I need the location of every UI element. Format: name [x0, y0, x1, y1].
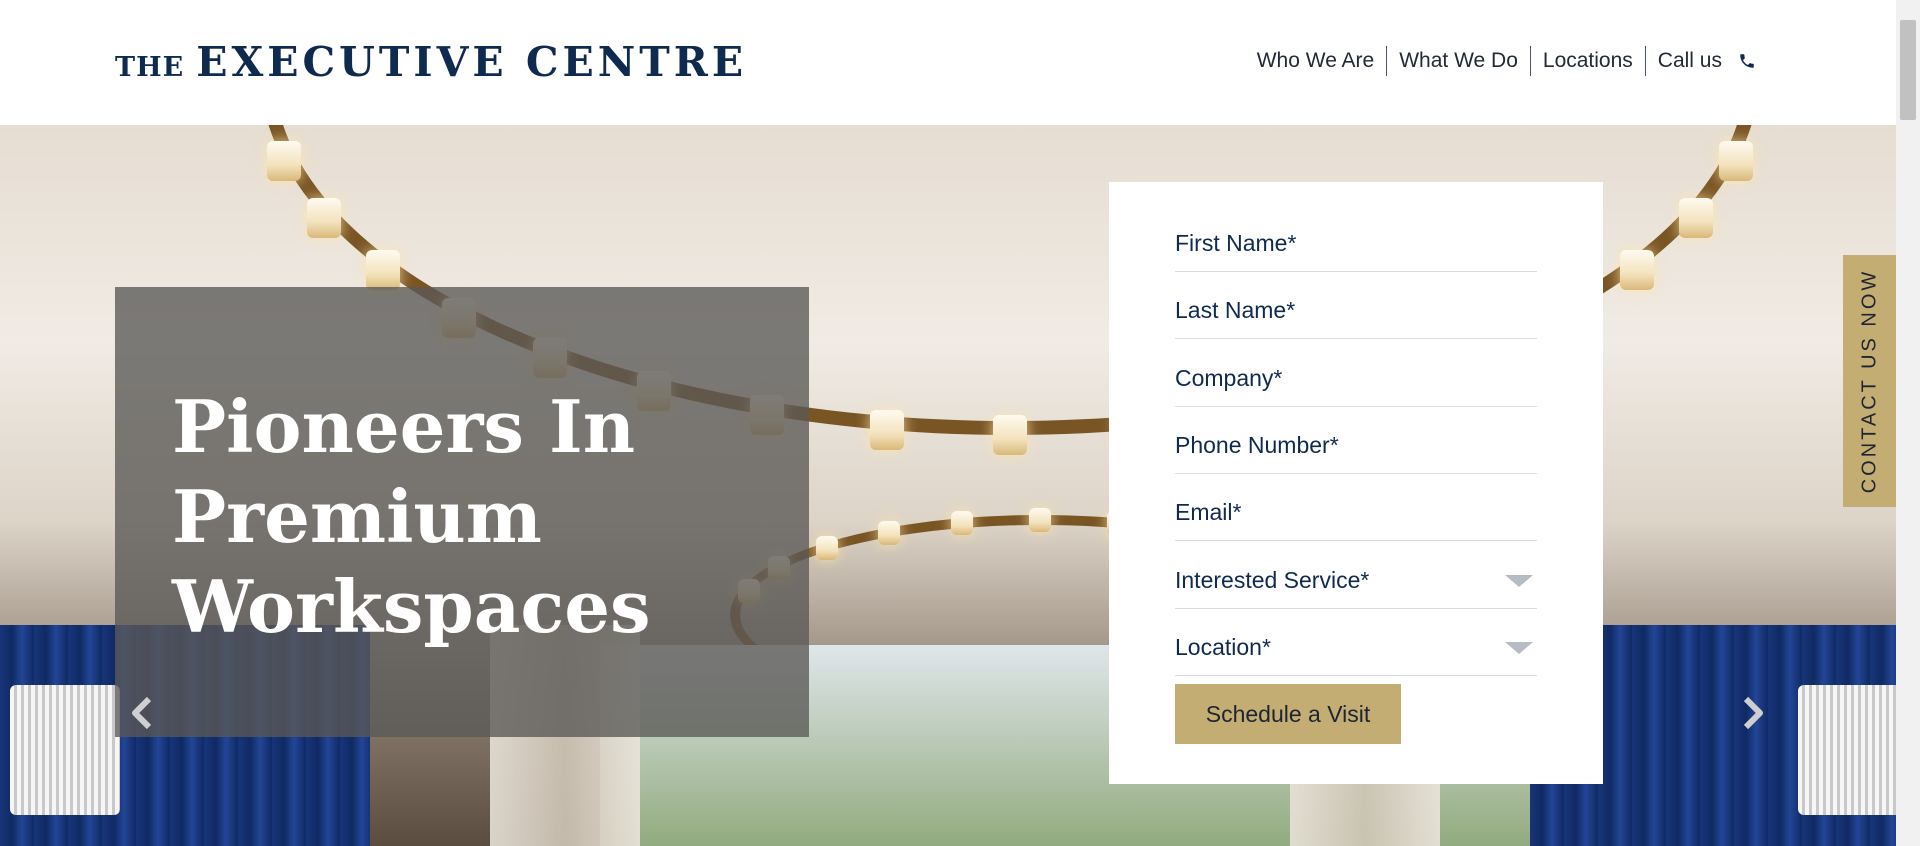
ceiling-lamp [366, 250, 401, 291]
chevron-down-icon [1505, 642, 1533, 654]
schedule-visit-form: First Name* Last Name* Company* Phone Nu… [1109, 182, 1603, 784]
last-name-field[interactable]: Last Name* [1175, 271, 1537, 339]
phone-number-placeholder: Phone Number* [1175, 432, 1339, 458]
email-field[interactable]: Email* [1175, 473, 1537, 541]
hero-title: Pioneers In Premium Workspaces [172, 382, 651, 652]
ceiling-lamp [869, 410, 904, 451]
site-logo[interactable]: THE EXECUTIVE CENTRE [115, 38, 747, 86]
company-field[interactable]: Company* [1175, 339, 1537, 407]
ceiling-lamp-small [877, 520, 900, 545]
hero-title-line: Pioneers In [172, 384, 636, 469]
hero-title-line: Premium [172, 474, 542, 559]
nav-locations[interactable]: Locations [1529, 46, 1645, 76]
page-scrollbar[interactable] [1896, 0, 1920, 846]
phone-number-field[interactable]: Phone Number* [1175, 406, 1537, 474]
ceiling-lamp [266, 140, 301, 181]
contact-us-label: CONTACT US NOW [1858, 268, 1880, 494]
interested-service-label: Interested Service* [1175, 567, 1370, 593]
chevron-down-icon [1505, 575, 1533, 587]
ceiling-lamp-small [950, 511, 973, 536]
ceiling-lamp [993, 415, 1027, 455]
first-name-field[interactable]: First Name* [1175, 204, 1537, 272]
ceiling-lamp [1719, 140, 1754, 181]
first-name-placeholder: First Name* [1175, 230, 1297, 256]
nav-what-we-do[interactable]: What We Do [1386, 46, 1530, 76]
chandelier-left [10, 685, 120, 815]
hero-overlay: Pioneers In Premium Workspaces [115, 287, 809, 737]
ceiling-lamp [1678, 197, 1713, 238]
ceiling-lamp [307, 197, 342, 238]
location-select[interactable]: Location* [1175, 608, 1537, 676]
nav-call-us[interactable]: Call us [1644, 46, 1768, 76]
last-name-placeholder: Last Name* [1175, 297, 1296, 323]
hero-section: Pioneers In Premium Workspaces [0, 125, 1896, 846]
ceiling-lamp [1619, 250, 1654, 291]
logo-the: THE [115, 52, 185, 83]
company-placeholder: Company* [1175, 365, 1283, 391]
ceiling-lamp-small [815, 536, 838, 561]
chevron-right-icon[interactable] [1738, 693, 1768, 733]
chandelier-right [1798, 685, 1896, 815]
interested-service-select[interactable]: Interested Service* [1175, 541, 1537, 609]
location-label: Location* [1175, 634, 1271, 660]
site-header: THE EXECUTIVE CENTRE Who We Are What We D… [0, 0, 1896, 125]
main-nav: Who We Are What We Do Locations Call us [1245, 46, 1768, 76]
logo-main: EXECUTIVE CENTRE [196, 38, 748, 86]
nav-call-us-label: Call us [1657, 49, 1722, 72]
ceiling-lamp-small [1029, 508, 1051, 532]
contact-us-tab[interactable]: CONTACT US NOW [1843, 255, 1896, 507]
phone-icon [1740, 54, 1754, 68]
scrollbar-thumb[interactable] [1900, 20, 1916, 120]
hero-title-line: Workspaces [172, 564, 651, 649]
schedule-visit-button[interactable]: Schedule a Visit [1175, 684, 1401, 744]
email-placeholder: Email* [1175, 499, 1242, 525]
nav-who-we-are[interactable]: Who We Are [1245, 46, 1387, 76]
chevron-left-icon[interactable] [127, 693, 157, 733]
